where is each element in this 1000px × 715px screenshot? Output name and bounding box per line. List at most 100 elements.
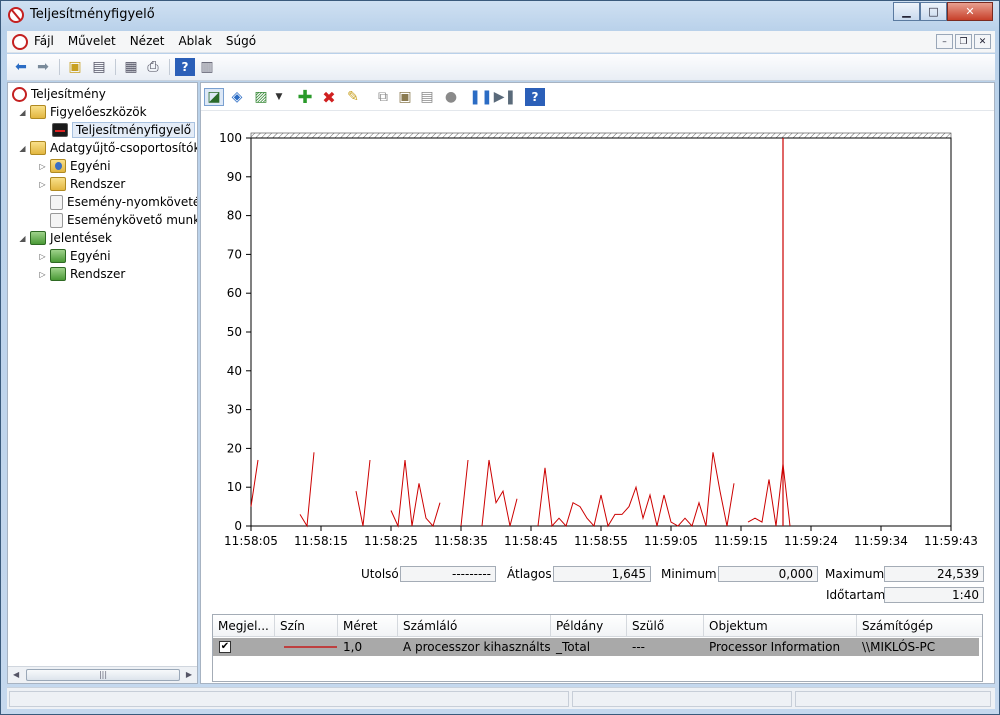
collapsed-triangle-icon[interactable]: ▷ bbox=[38, 252, 47, 261]
delete-counter-icon[interactable]: ✖ bbox=[319, 88, 339, 107]
tree-item-cs-trace[interactable]: Esemény-nyomkövetés bbox=[50, 193, 197, 211]
update-data-icon[interactable]: ▶❚ bbox=[494, 88, 517, 106]
tree-item-perf-monitor[interactable]: Teljesítményfigyelő bbox=[52, 121, 196, 139]
show-checkbox[interactable]: ✔ bbox=[219, 641, 231, 653]
row-instance: _Total bbox=[556, 640, 591, 654]
tree-item-cs-custom[interactable]: ▷ Egyéni bbox=[38, 157, 111, 175]
collapsed-triangle-icon[interactable]: ▷ bbox=[38, 162, 47, 171]
trace-document-icon bbox=[50, 194, 63, 210]
print-icon[interactable]: ⎙ bbox=[143, 58, 163, 76]
reports-folder-icon bbox=[30, 231, 46, 245]
view-current-activity-icon[interactable]: ◪ bbox=[204, 88, 224, 106]
minimum-value: 0,000 bbox=[718, 566, 818, 582]
tree-item-monitoring-tools[interactable]: ◢ Figyelőeszközök bbox=[18, 103, 147, 121]
average-label: Átlagos bbox=[507, 567, 552, 581]
properties-icon[interactable]: ▦ bbox=[121, 58, 141, 76]
perf-monitor-icon bbox=[52, 123, 68, 137]
child-minimize-button[interactable]: – bbox=[936, 34, 953, 49]
main-window: Teljesítményfigyelő ▁ □ ✕ Fájl Művelet N… bbox=[0, 0, 1000, 715]
close-button[interactable]: ✕ bbox=[947, 2, 993, 21]
up-folder-icon[interactable]: ▣ bbox=[65, 58, 85, 76]
legend-header-row: Megjel... Szín Méret Számláló Példány Sz… bbox=[213, 615, 982, 637]
minimize-button[interactable]: ▁ bbox=[893, 2, 920, 21]
status-segment bbox=[572, 691, 792, 707]
help-icon[interactable]: ? bbox=[525, 88, 545, 106]
menu-bar: Fájl Művelet Nézet Ablak Súgó – ❐ ✕ bbox=[7, 31, 995, 53]
tree-item-rep-system[interactable]: ▷ Rendszer bbox=[38, 265, 125, 283]
child-close-button[interactable]: ✕ bbox=[974, 34, 991, 49]
tree-item-cs-system[interactable]: ▷ Rendszer bbox=[38, 175, 125, 193]
show-action-pane-icon[interactable]: ▥ bbox=[197, 58, 217, 76]
graph-type-dropdown-icon[interactable]: ▼ bbox=[269, 88, 289, 106]
x-tick-label-8: 11:59:24 bbox=[784, 534, 838, 548]
mmc-system-menu-icon[interactable] bbox=[12, 34, 28, 50]
col-instance[interactable]: Példány bbox=[551, 615, 627, 637]
forward-arrow-icon[interactable]: ➡ bbox=[33, 58, 53, 76]
freeze-display-icon[interactable]: ❚❚ bbox=[469, 88, 492, 106]
col-counter[interactable]: Számláló bbox=[398, 615, 551, 637]
tree-item-collector-sets[interactable]: ◢ Adatgyűjtő-csoportosítók bbox=[18, 139, 197, 157]
view-log-data-icon[interactable]: ◈ bbox=[227, 88, 247, 106]
x-tick-label-2: 11:58:25 bbox=[364, 534, 418, 548]
graph-toolbar: ◪ ◈ ▨ ▼ ✚ ✖ ✎ ⧉ ▣ ▤ ● ❚❚ ▶❚ ? bbox=[201, 83, 994, 111]
scroll-thumb[interactable]: ||| bbox=[26, 669, 180, 681]
statistics-bar: Utolsó --------- Átlagos 1,645 Minimum 0… bbox=[201, 565, 994, 607]
x-tick-label-1: 11:58:15 bbox=[294, 534, 348, 548]
x-tick-label-0: 11:58:05 bbox=[224, 534, 278, 548]
menu-window[interactable]: Ablak bbox=[178, 34, 211, 48]
menu-file[interactable]: Fájl bbox=[34, 34, 54, 48]
copy-properties-icon[interactable]: ⧉ bbox=[373, 88, 393, 106]
col-object[interactable]: Objektum bbox=[704, 615, 857, 637]
expanded-triangle-icon[interactable]: ◢ bbox=[18, 234, 27, 243]
expanded-triangle-icon[interactable]: ◢ bbox=[18, 144, 27, 153]
y-tick-label-30: 30 bbox=[227, 403, 242, 417]
tree-item-reports[interactable]: ◢ Jelentések bbox=[18, 229, 112, 247]
tree-item-cs-startup[interactable]: Eseménykövető munka bbox=[50, 211, 197, 229]
expanded-triangle-icon[interactable]: ◢ bbox=[18, 108, 27, 117]
title-bar[interactable]: Teljesítményfigyelő ▁ □ ✕ bbox=[1, 1, 999, 29]
col-computer[interactable]: Számítógép bbox=[857, 615, 982, 637]
console-tree: Teljesítmény ◢ Figyelőeszközök Teljesítm… bbox=[7, 82, 198, 684]
paste-counter-list-icon[interactable]: ▣ bbox=[395, 88, 415, 106]
back-arrow-icon[interactable]: ⬅ bbox=[11, 58, 31, 76]
status-segment bbox=[9, 691, 569, 707]
main-toolbar: ⬅ ➡ ▣ ▤ ▦ ⎙ ? ▥ bbox=[7, 54, 995, 81]
col-scale[interactable]: Méret bbox=[338, 615, 398, 637]
properties-icon[interactable]: ▤ bbox=[417, 88, 437, 106]
menu-action[interactable]: Művelet bbox=[68, 34, 116, 48]
col-parent[interactable]: Szülő bbox=[627, 615, 704, 637]
x-tick-label-6: 11:59:05 bbox=[644, 534, 698, 548]
child-restore-button[interactable]: ❐ bbox=[955, 34, 972, 49]
highlight-icon[interactable]: ✎ bbox=[343, 88, 363, 106]
row-scale: 1,0 bbox=[343, 640, 363, 654]
user-folder-icon bbox=[50, 159, 66, 173]
help-icon[interactable]: ? bbox=[175, 58, 195, 76]
scale-limit-band bbox=[250, 132, 952, 139]
x-tick-label-4: 11:58:45 bbox=[504, 534, 558, 548]
scroll-left-icon[interactable]: ◀ bbox=[13, 670, 19, 679]
add-counter-icon[interactable]: ✚ bbox=[295, 87, 315, 108]
y-tick-label-90: 90 bbox=[227, 170, 242, 184]
tree-item-rep-custom[interactable]: ▷ Egyéni bbox=[38, 247, 111, 265]
color-swatch bbox=[279, 638, 337, 656]
menu-help[interactable]: Súgó bbox=[226, 34, 256, 48]
maximize-button[interactable]: □ bbox=[920, 2, 947, 21]
menu-view[interactable]: Nézet bbox=[130, 34, 165, 48]
perfmon-app-icon bbox=[8, 7, 24, 23]
show-hide-tree-icon[interactable]: ▤ bbox=[89, 58, 109, 76]
x-tick-label-3: 11:58:35 bbox=[434, 534, 488, 548]
col-show[interactable]: Megjel... bbox=[213, 615, 275, 637]
zoom-icon[interactable]: ● bbox=[441, 88, 461, 106]
change-graph-type-icon[interactable]: ▨ bbox=[251, 88, 271, 106]
folder-icon bbox=[30, 141, 46, 155]
duration-label: Időtartam bbox=[826, 588, 886, 602]
row-object: Processor Information bbox=[709, 640, 841, 654]
scroll-right-icon[interactable]: ▶ bbox=[186, 670, 192, 679]
x-tick-label-7: 11:59:15 bbox=[714, 534, 768, 548]
col-color[interactable]: Szín bbox=[275, 615, 338, 637]
collapsed-triangle-icon[interactable]: ▷ bbox=[38, 270, 47, 279]
counter-row[interactable]: ✔ 1,0 A processzor kihasználtsá... _Tota… bbox=[213, 638, 979, 656]
tree-item-performance[interactable]: Teljesítmény bbox=[12, 85, 106, 103]
tree-horizontal-scrollbar[interactable]: ◀ ||| ▶ bbox=[8, 666, 197, 683]
collapsed-triangle-icon[interactable]: ▷ bbox=[38, 180, 47, 189]
